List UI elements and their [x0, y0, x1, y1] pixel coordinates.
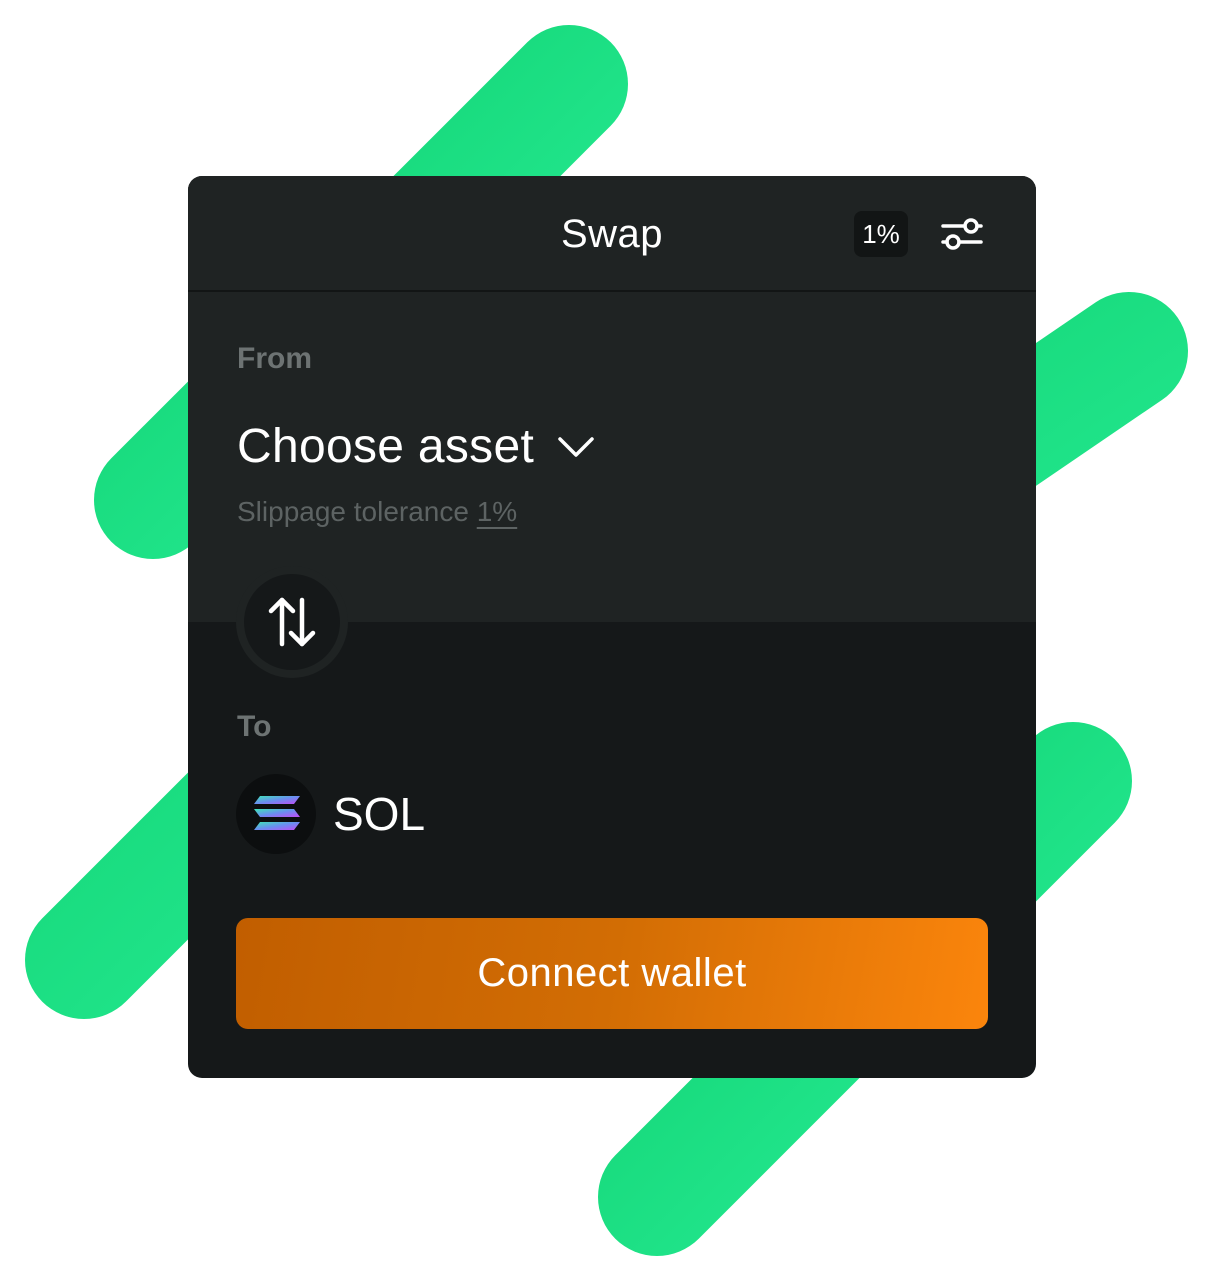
choose-asset-label: Choose asset [237, 419, 535, 473]
switch-button-inner [244, 574, 340, 670]
page-title: Swap [560, 212, 664, 256]
from-label: From [237, 342, 312, 375]
chevron-down-icon [558, 437, 594, 457]
token-logo [236, 774, 316, 854]
swap-card: Swap 1% From Choose asset Slippage toler… [188, 176, 1036, 1078]
slippage-info: Slippage tolerance 1% [237, 496, 517, 528]
swap-header: Swap 1% [188, 176, 1036, 292]
choose-asset-dropdown[interactable]: Choose asset [237, 416, 596, 476]
swap-arrows-icon [268, 597, 316, 647]
slippage-badge[interactable]: 1% [854, 211, 908, 257]
to-token-selector[interactable]: SOL [236, 774, 425, 854]
slippage-link[interactable]: 1% [477, 496, 517, 527]
to-label: To [237, 710, 272, 743]
slippage-text: Slippage tolerance [237, 496, 469, 527]
switch-direction-button[interactable] [236, 566, 348, 678]
connect-wallet-button[interactable]: Connect wallet [236, 918, 988, 1029]
token-symbol: SOL [333, 788, 426, 840]
solana-logo-icon [254, 796, 300, 830]
settings-button[interactable] [940, 214, 984, 254]
sliders-icon [941, 218, 983, 250]
